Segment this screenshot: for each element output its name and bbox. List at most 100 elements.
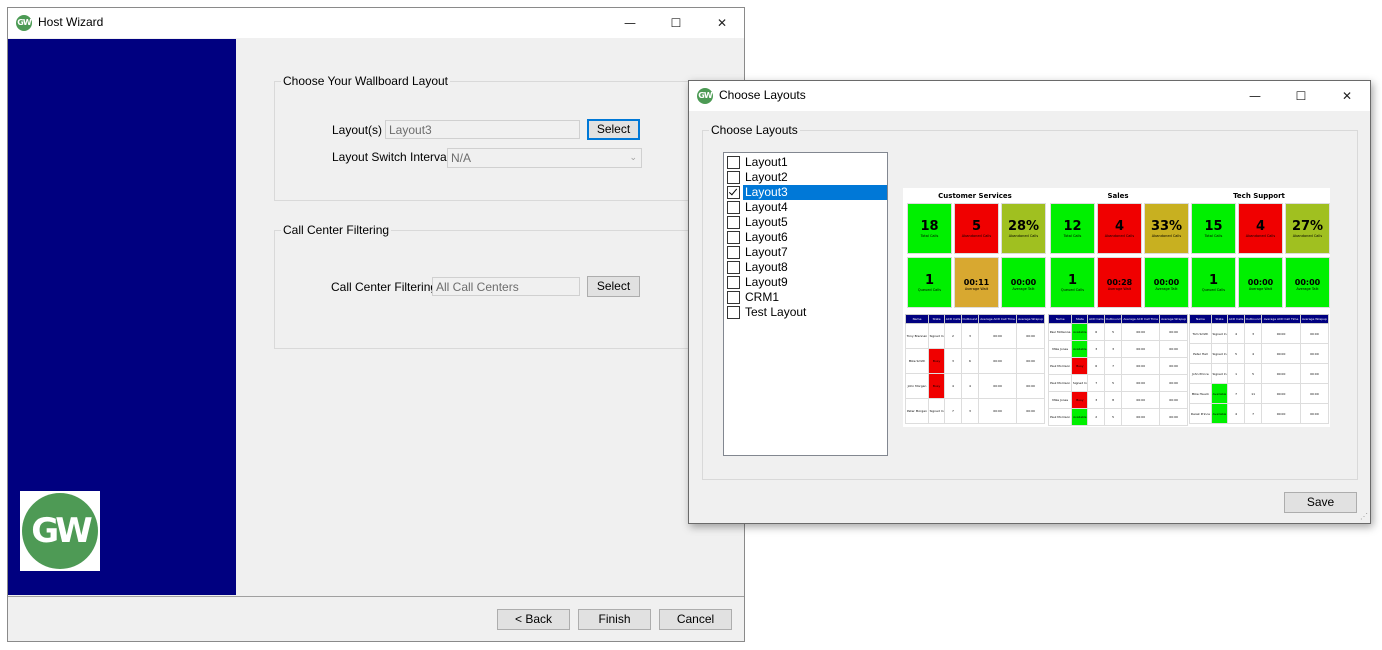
- host-wizard-titlebar[interactable]: GW Host Wizard — ☐ ✕: [8, 8, 744, 38]
- layout-item-label: Layout7: [745, 245, 788, 259]
- preview-agent-table: Name State ACD Calls Outbound Average ACD Ca…: [1189, 314, 1330, 424]
- layout-list-item[interactable]: Test Layout: [726, 305, 887, 320]
- table-row: Paul Morrison Signed In 7 5 00:00 00:00: [1047, 374, 1188, 392]
- layouts-field[interactable]: Layout3: [385, 120, 580, 139]
- table-cell: Busy: [927, 373, 946, 399]
- table-cell: 00:00: [1159, 323, 1188, 341]
- table-cell: 00:00: [1299, 343, 1330, 364]
- checkbox-icon[interactable]: [727, 156, 740, 169]
- layout-list-item[interactable]: Layout7: [726, 245, 887, 260]
- table-row: Paul Morrison Busy 6 7 00:00 00:00: [1047, 357, 1188, 375]
- choose-layouts-titlebar[interactable]: GW Choose Layouts — ☐ ✕: [689, 81, 1370, 111]
- table-cell: 7: [1243, 403, 1263, 424]
- table-header-cell: Outbound: [960, 314, 979, 324]
- interval-value: N/A: [451, 151, 472, 165]
- table-cell: 8: [1104, 391, 1123, 409]
- window-title: Host Wizard: [38, 15, 104, 29]
- table-cell: 00:00: [977, 398, 1018, 424]
- table-row: Paul Morrison Available 2 5 00:00 00:00: [1047, 408, 1188, 426]
- layout-item-label: Layout1: [745, 155, 788, 169]
- tile-label: Average Wait: [1248, 287, 1273, 291]
- layout-item-label: CRM1: [745, 290, 780, 304]
- layout-list-item[interactable]: Layout8: [726, 260, 887, 275]
- table-cell: 3: [1087, 340, 1106, 358]
- preview-stat-tile: 00:11 Average Wait: [954, 257, 999, 308]
- preview-stat-tile: 1 Queued Calls: [1050, 257, 1095, 308]
- tile-value: 33%: [1150, 219, 1183, 234]
- table-cell: 7: [1227, 383, 1245, 404]
- table-cell: Peter Hall: [1189, 343, 1212, 364]
- tile-value: 00:11: [963, 278, 990, 287]
- preview-section: Tech Support 15 Total Calls 4 Abandoned Call…: [1189, 188, 1330, 427]
- layouts-select-button[interactable]: Select: [587, 119, 640, 140]
- minimize-icon[interactable]: —: [1232, 81, 1278, 111]
- layout-list-item[interactable]: CRM1: [726, 290, 887, 305]
- preview-stat-tile: 12 Total Calls: [1050, 203, 1095, 254]
- filter-select-button[interactable]: Select: [587, 276, 640, 297]
- resize-grip-icon[interactable]: ⋰: [1360, 513, 1368, 521]
- table-cell: 3: [1243, 323, 1263, 344]
- layout-list-item[interactable]: Layout9: [726, 275, 887, 290]
- preview-stat-tile: 00:00 Average Talk: [1285, 257, 1330, 308]
- close-icon[interactable]: ✕: [699, 8, 745, 38]
- table-cell: 00:00: [1261, 403, 1301, 424]
- checkbox-icon[interactable]: [727, 306, 740, 319]
- preview-section-title: Tech Support: [1233, 192, 1285, 200]
- layout-list-item[interactable]: Layout6: [726, 230, 887, 245]
- tile-label: Total Calls: [1204, 234, 1223, 238]
- maximize-icon[interactable]: ☐: [653, 8, 699, 38]
- minimize-icon[interactable]: —: [607, 8, 653, 38]
- table-header-cell: Average Wrapup: [1016, 314, 1045, 324]
- preview-stat-tile: 15 Total Calls: [1191, 203, 1236, 254]
- host-wizard-window: GW Host Wizard — ☐ ✕ GW Choose Your Wall…: [7, 7, 746, 642]
- maximize-icon[interactable]: ☐: [1278, 81, 1324, 111]
- tile-value: 12: [1063, 219, 1082, 234]
- checkbox-icon[interactable]: [727, 246, 740, 259]
- checkbox-checked-icon[interactable]: [727, 186, 740, 199]
- interval-dropdown[interactable]: N/A ⌄: [447, 148, 642, 168]
- checkbox-icon[interactable]: [727, 201, 740, 214]
- checkbox-icon[interactable]: [727, 261, 740, 274]
- layout-list-item[interactable]: Layout3: [726, 185, 887, 200]
- table-cell: Available: [1071, 323, 1089, 341]
- gw-logo: GW: [20, 491, 100, 571]
- table-cell: Busy: [1071, 391, 1089, 409]
- checkbox-icon[interactable]: [727, 231, 740, 244]
- preview-stat-tile: 1 Queued Calls: [907, 257, 952, 308]
- finish-button[interactable]: Finish: [578, 609, 651, 630]
- preview-stat-tile: 4 Abandoned Calls: [1238, 203, 1283, 254]
- table-cell: 6: [1087, 357, 1106, 375]
- close-icon[interactable]: ✕: [1324, 81, 1370, 111]
- chevron-down-icon: ⌄: [629, 153, 637, 163]
- layout-list-item[interactable]: Layout5: [726, 215, 887, 230]
- filter-field[interactable]: All Call Centers: [432, 277, 580, 296]
- table-header-cell: Name: [1047, 314, 1073, 324]
- table-cell: 2: [1087, 408, 1106, 426]
- tile-label: Queued Calls: [917, 288, 942, 292]
- app-logo-icon: GW: [16, 15, 32, 31]
- filter-label: Call Center Filtering: [331, 280, 438, 294]
- table-cell: Mike Smith: [905, 348, 929, 374]
- table-header-cell: Average ACD Call Time: [1261, 314, 1301, 324]
- back-button[interactable]: < Back: [497, 609, 570, 630]
- layout-list-item[interactable]: Layout4: [726, 200, 887, 215]
- tile-value: 1: [1208, 273, 1219, 288]
- preview-section-title: Customer Services: [938, 192, 1012, 200]
- checkbox-icon[interactable]: [727, 216, 740, 229]
- checkbox-icon[interactable]: [727, 291, 740, 304]
- table-header-cell: Average ACD Call Time: [977, 314, 1018, 324]
- layout-list-item[interactable]: Layout2: [726, 170, 887, 185]
- tile-value: 4: [1255, 219, 1266, 234]
- layouts-checklist[interactable]: Layout1 Layout2 Layout3 Layout4 Layout5 Layou…: [723, 152, 888, 456]
- cancel-button[interactable]: Cancel: [659, 609, 732, 630]
- table-cell: Signed In: [927, 323, 946, 349]
- checkbox-icon[interactable]: [727, 276, 740, 289]
- tile-label: Total Calls: [1063, 234, 1082, 238]
- layout-list-item[interactable]: Layout1: [726, 155, 887, 170]
- table-cell: 00:00: [1016, 373, 1045, 399]
- checkbox-icon[interactable]: [727, 171, 740, 184]
- table-cell: Mike Hauck: [1189, 383, 1212, 404]
- table-cell: 5: [1104, 323, 1123, 341]
- table-cell: Peter Morgan: [905, 398, 929, 424]
- save-button[interactable]: Save: [1284, 492, 1357, 513]
